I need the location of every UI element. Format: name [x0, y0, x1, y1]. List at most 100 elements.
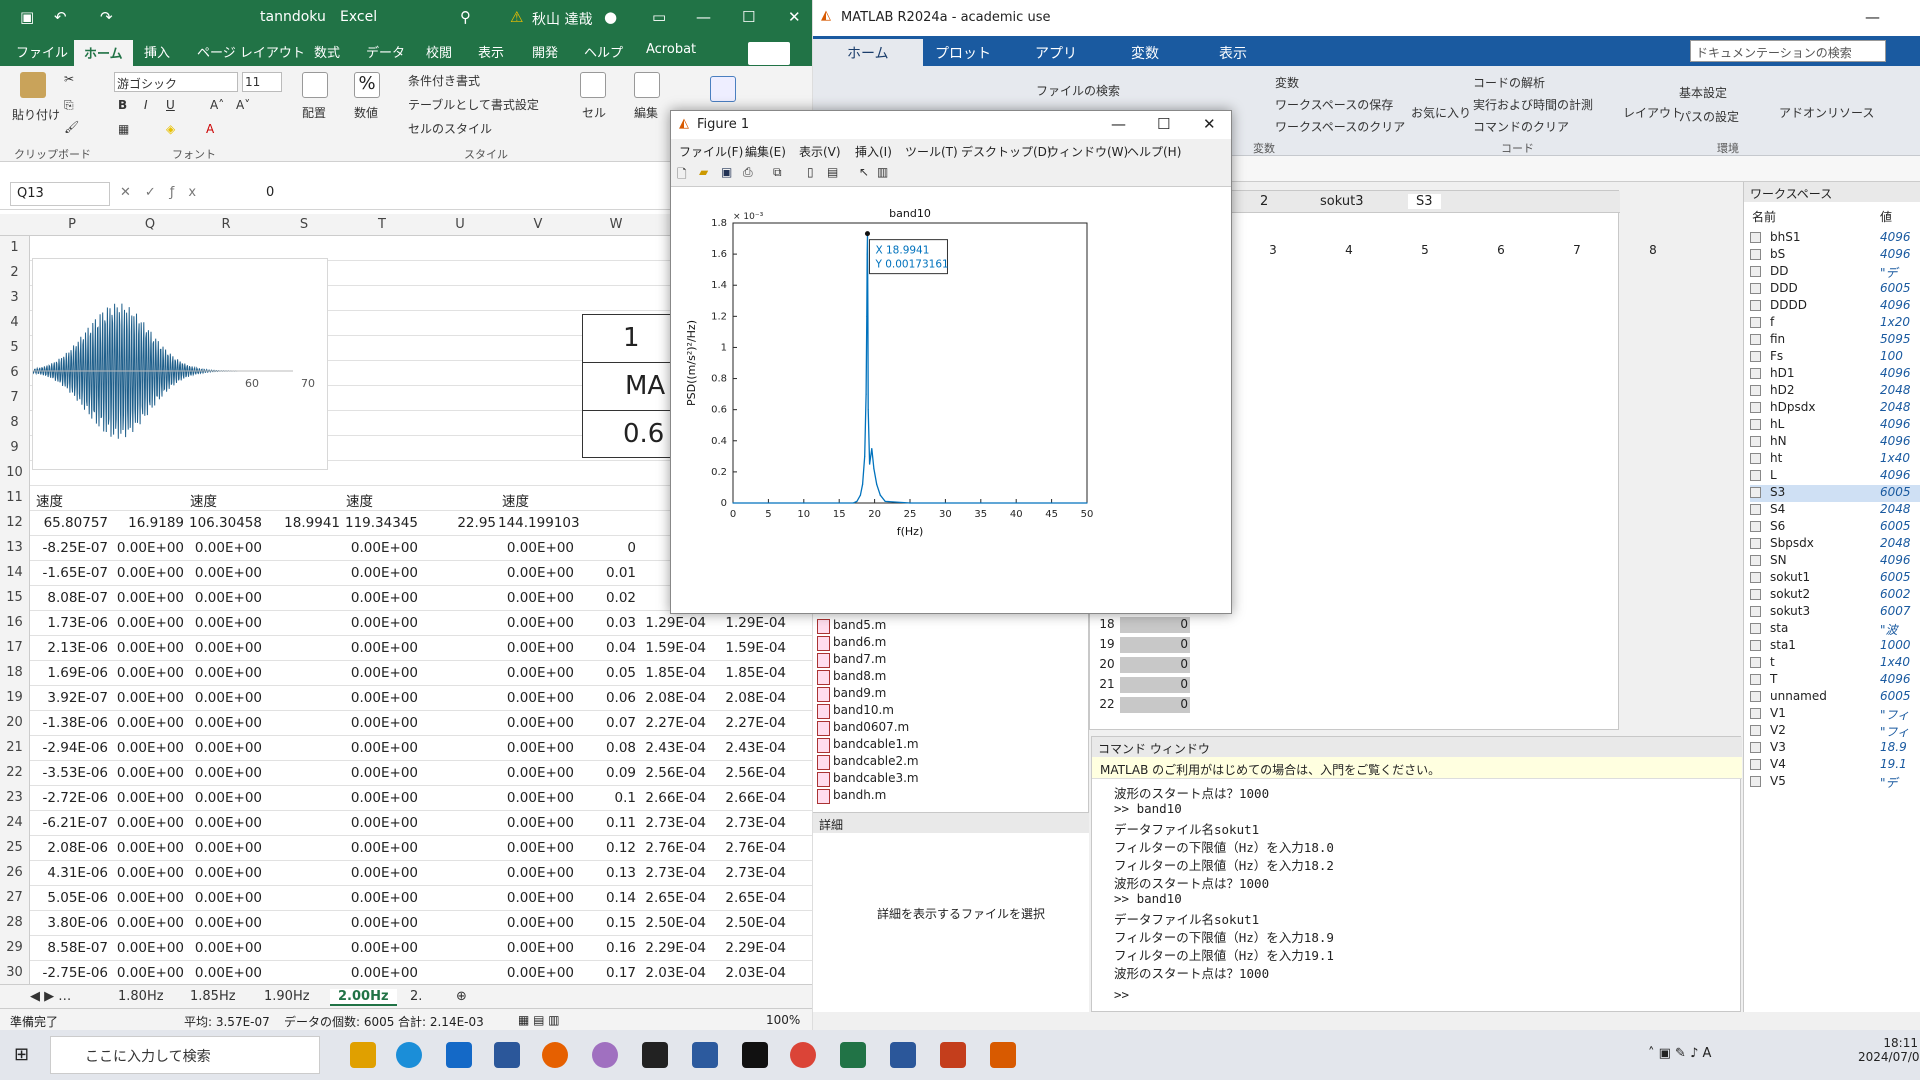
- table-cell[interactable]: 0.05: [576, 665, 636, 681]
- table-cell[interactable]: 144.199103: [498, 515, 580, 531]
- row-number[interactable]: 29: [0, 936, 30, 961]
- table-cell[interactable]: 0.00E+00: [342, 765, 418, 781]
- table-cell[interactable]: 0.00E+00: [498, 915, 574, 931]
- avatar[interactable]: ●: [604, 8, 617, 26]
- row-number[interactable]: 14: [0, 561, 30, 586]
- align-icon[interactable]: [302, 72, 328, 98]
- table-cell[interactable]: 0.00E+00: [342, 615, 418, 631]
- table-cell[interactable]: 1.29E-04: [640, 615, 706, 631]
- word-icon[interactable]: [890, 1042, 916, 1068]
- table-cell[interactable]: 速度: [36, 490, 112, 510]
- table-cell[interactable]: 0.00E+00: [110, 540, 184, 556]
- new-figure-icon[interactable]: 🗋: [677, 165, 687, 186]
- table-cell[interactable]: 0.00E+00: [186, 890, 262, 906]
- table-cell[interactable]: 0.00E+00: [498, 640, 574, 656]
- var-col-header[interactable]: 8: [1616, 243, 1690, 257]
- table-cell[interactable]: 106.30458: [186, 515, 262, 531]
- workspace-row[interactable]: t 1x40: [1750, 655, 1920, 672]
- var-col-header[interactable]: 5: [1388, 243, 1462, 257]
- save-icon[interactable]: ▣: [20, 8, 34, 26]
- clock[interactable]: 18:11 2024/07/09: [1858, 1036, 1920, 1064]
- windows-start-icon[interactable]: ⊞: [14, 1044, 29, 1065]
- sheet-tab-active[interactable]: 2.00Hz: [330, 989, 397, 1006]
- powershell-icon[interactable]: [692, 1042, 718, 1068]
- table-cell[interactable]: 0.00E+00: [186, 540, 262, 556]
- row-number[interactable]: 15: [0, 586, 30, 611]
- table-cell[interactable]: 0.00E+00: [110, 665, 184, 681]
- table-cell[interactable]: 0.00E+00: [186, 965, 262, 981]
- workspace-row[interactable]: fin 5095: [1750, 332, 1920, 349]
- sheet-prev-icon[interactable]: ◀ ▶ …: [30, 989, 71, 1004]
- row-number[interactable]: 5: [0, 336, 30, 361]
- table-cell[interactable]: 0.17: [576, 965, 636, 981]
- table-cell[interactable]: 2.73E-04: [720, 865, 786, 881]
- workspace-value-col[interactable]: 値: [1880, 208, 1892, 225]
- row-number[interactable]: 2: [0, 261, 30, 286]
- var-col-header[interactable]: 3: [1236, 243, 1310, 257]
- print-icon[interactable]: ⎙: [743, 165, 753, 180]
- resources-button[interactable]: リソース: [1827, 104, 1874, 121]
- col-header[interactable]: S: [264, 217, 344, 232]
- row-number[interactable]: 3: [0, 286, 30, 311]
- row-number[interactable]: 13: [0, 536, 30, 561]
- table-cell[interactable]: 速度: [346, 490, 422, 510]
- table-cell[interactable]: 2.50E-04: [640, 915, 706, 931]
- table-cell[interactable]: 0.00E+00: [110, 765, 184, 781]
- var-cell[interactable]: 0: [1120, 697, 1190, 713]
- save-icon[interactable]: ▣: [721, 165, 732, 179]
- workspace-row[interactable]: ht 1x40: [1750, 451, 1920, 468]
- edge-icon[interactable]: [396, 1042, 422, 1068]
- table-cell[interactable]: 0.00E+00: [110, 790, 184, 806]
- file-item[interactable]: band8.m: [816, 669, 886, 685]
- table-cell[interactable]: 0.00E+00: [498, 840, 574, 856]
- workspace-row[interactable]: T 4096: [1750, 672, 1920, 689]
- tab-file[interactable]: ファイル: [16, 42, 68, 61]
- table-cell[interactable]: 0.00E+00: [342, 715, 418, 731]
- workspace-row[interactable]: Sbpsdx 2048: [1750, 536, 1920, 553]
- cell-style-button[interactable]: セルのスタイル: [408, 120, 492, 137]
- save-workspace-button[interactable]: ワークスペースの保存: [1275, 96, 1393, 113]
- row-number[interactable]: 16: [0, 611, 30, 636]
- clear-workspace-button[interactable]: ワークスペースのクリア: [1275, 118, 1405, 135]
- maximize-icon[interactable]: ☐: [1157, 115, 1170, 133]
- taskbar-search-input[interactable]: ここに入力して検索: [50, 1036, 320, 1074]
- underline-icon[interactable]: U: [166, 98, 175, 112]
- italic-icon[interactable]: I: [144, 98, 148, 112]
- tab-insert[interactable]: 挿入: [144, 42, 170, 61]
- table-cell[interactable]: 0.11: [576, 815, 636, 831]
- table-cell[interactable]: 2.29E-04: [640, 940, 706, 956]
- table-cell[interactable]: 0.00E+00: [110, 890, 184, 906]
- formula-buttons[interactable]: ✕✓ƒx: [120, 185, 210, 200]
- table-cell[interactable]: -2.75E-06: [32, 965, 108, 981]
- cmd-icon[interactable]: [742, 1042, 768, 1068]
- table-cell[interactable]: 2.27E-04: [720, 715, 786, 731]
- table-cell[interactable]: 0.00E+00: [498, 690, 574, 706]
- menu-tools[interactable]: ツール(T): [905, 143, 958, 160]
- pointer-icon[interactable]: ↖: [859, 165, 869, 179]
- workspace-row[interactable]: f 1x20: [1750, 315, 1920, 332]
- col-header[interactable]: T: [342, 217, 422, 232]
- table-cell[interactable]: 0.00E+00: [186, 865, 262, 881]
- table-cell[interactable]: 0.02: [576, 590, 636, 606]
- workspace-row[interactable]: SN 4096: [1750, 553, 1920, 570]
- paste-icon[interactable]: [20, 72, 46, 98]
- details-header[interactable]: 詳細: [813, 813, 1089, 833]
- table-cell[interactable]: 2.50E-04: [720, 915, 786, 931]
- table-cell[interactable]: 2.08E-04: [720, 690, 786, 706]
- table-cell[interactable]: 0.00E+00: [186, 665, 262, 681]
- row-number[interactable]: 11: [0, 486, 30, 511]
- minimize-icon[interactable]: —: [696, 8, 711, 26]
- table-cell[interactable]: 0.03: [576, 615, 636, 631]
- workspace-row[interactable]: bhS1 4096: [1750, 230, 1920, 247]
- workspace-row[interactable]: hD2 2048: [1750, 383, 1920, 400]
- preferences-button[interactable]: 基本設定: [1679, 84, 1727, 101]
- var-cell[interactable]: 0: [1120, 657, 1190, 673]
- menu-edit[interactable]: 編集(E): [745, 143, 786, 160]
- tab-variable[interactable]: 変数: [1131, 43, 1159, 63]
- workspace-row[interactable]: sta1 1000: [1750, 638, 1920, 655]
- table-cell[interactable]: 0.04: [576, 640, 636, 656]
- close-icon[interactable]: ✕: [788, 8, 801, 26]
- command-window[interactable]: コマンド ウィンドウ MATLAB のご利用がはじめての場合は、入門をご覧くださ…: [1091, 736, 1742, 1012]
- table-cell[interactable]: 4.31E-06: [32, 865, 108, 881]
- workspace-row[interactable]: V1 "フィ: [1750, 706, 1920, 723]
